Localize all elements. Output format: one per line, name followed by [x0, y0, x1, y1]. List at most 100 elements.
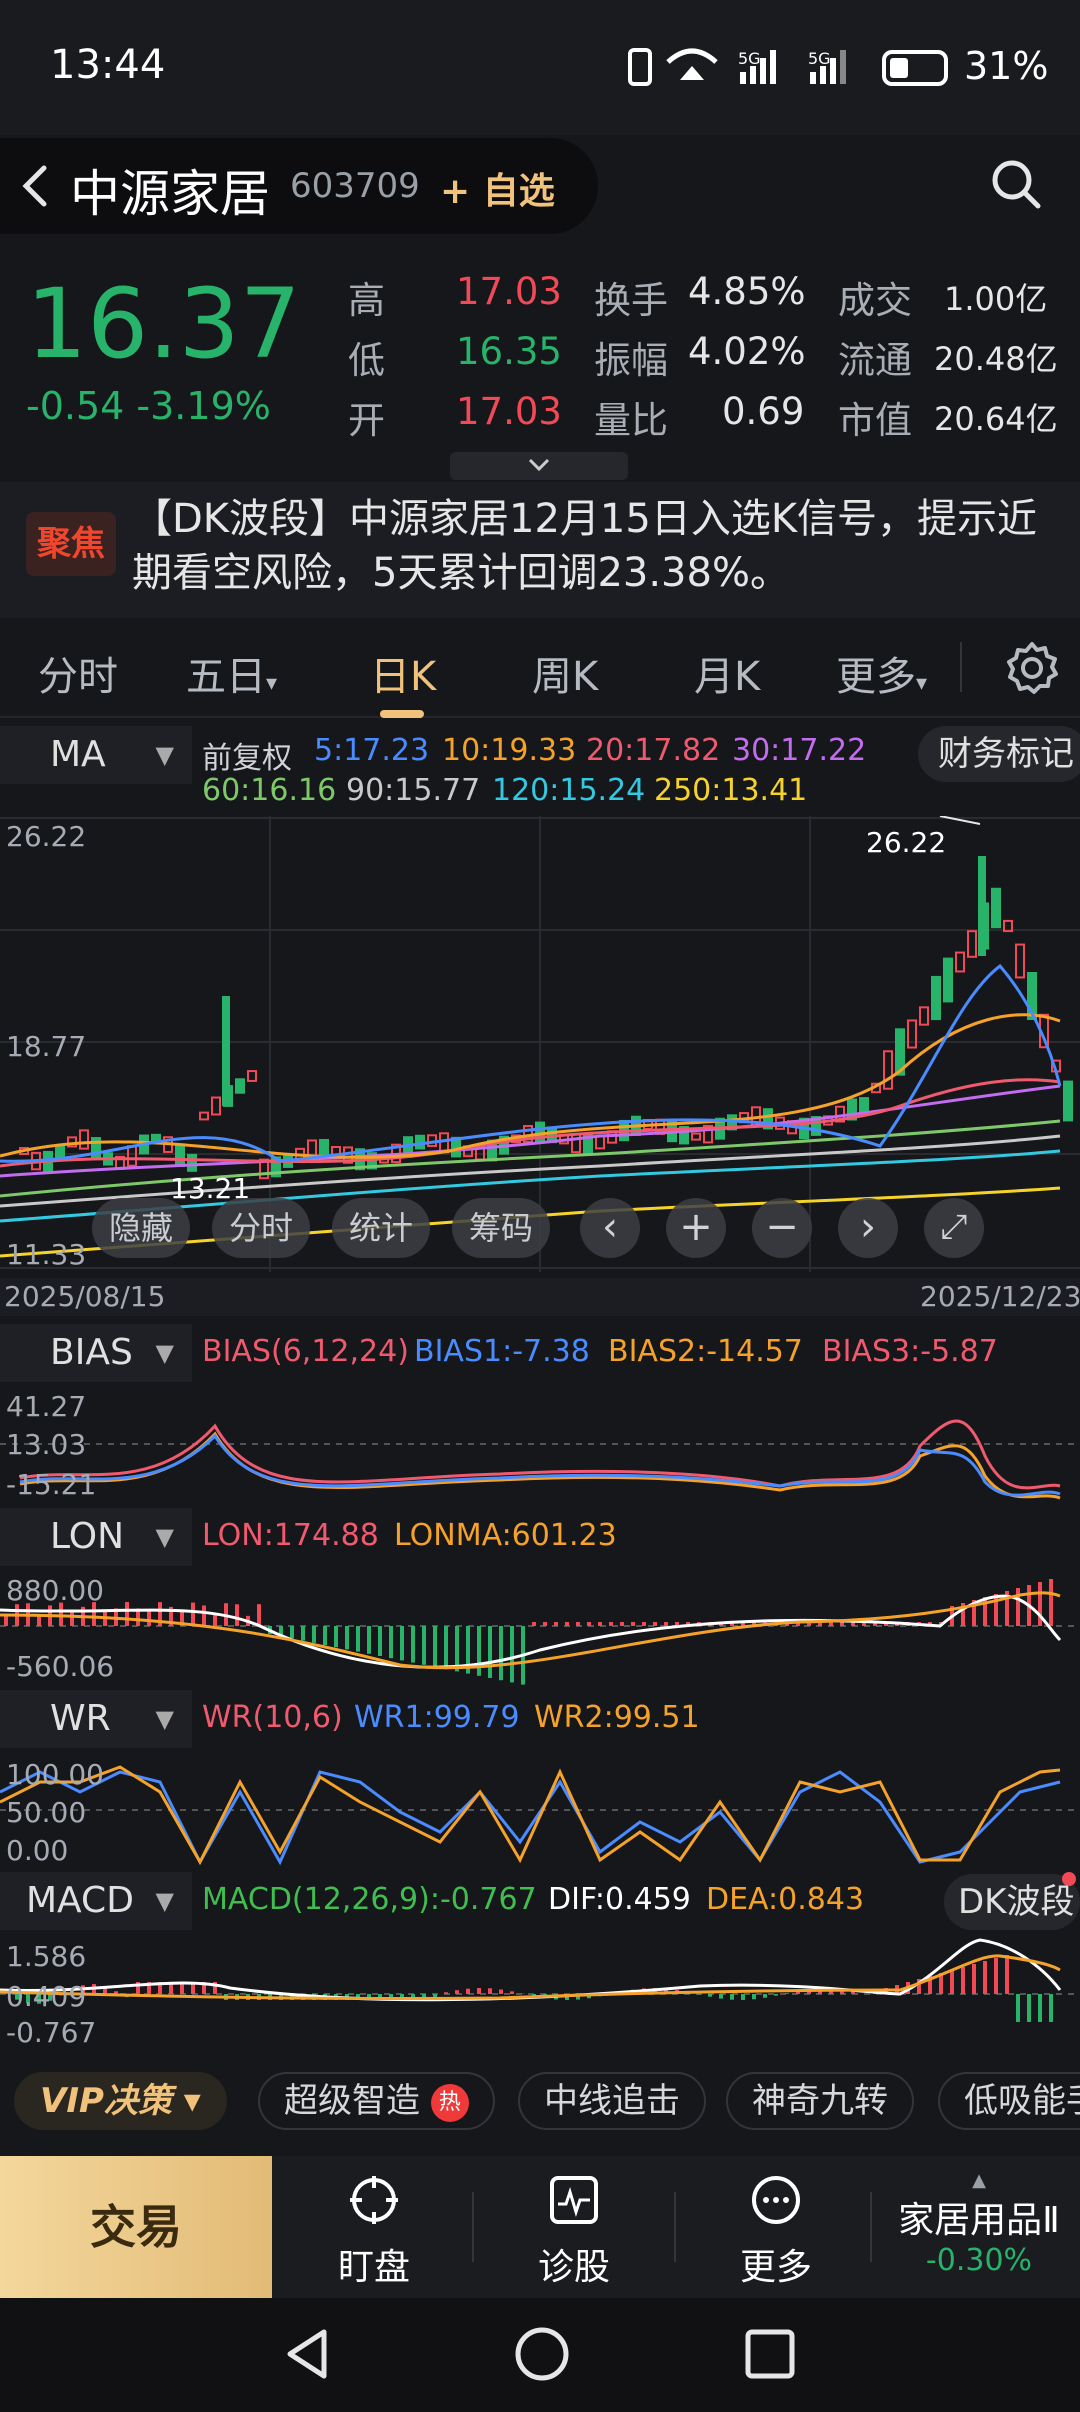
trade-button[interactable]: 交易 — [0, 2156, 272, 2298]
lon-bar — [301, 1626, 305, 1641]
expand-quote-button[interactable] — [450, 452, 628, 480]
tab-five-day[interactable]: 五日▾ — [186, 644, 277, 702]
tab-weekly-k[interactable]: 周K — [532, 644, 598, 702]
lon-bar — [312, 1626, 316, 1643]
lon-bar — [1049, 1579, 1053, 1626]
lon-bar — [598, 1622, 602, 1626]
stats-button[interactable]: 统计 — [332, 1198, 430, 1258]
candle — [943, 957, 953, 1003]
lon-bar — [477, 1626, 481, 1676]
sector-button[interactable]: ▲ 家居用品Ⅱ -0.30% — [884, 2170, 1074, 2278]
news-text[interactable]: 【DK波段】中源家居12月15日入选K信号，提示近期看空风险，5天累计回调23.… — [132, 492, 1062, 600]
chip-dip-buy[interactable]: 低吸能手 — [938, 2072, 1080, 2130]
quote-value-volume: 1.00亿 — [944, 280, 1048, 318]
bias-chart[interactable] — [0, 1386, 1080, 1502]
target-icon — [350, 2176, 398, 2224]
macd-bar — [510, 1991, 514, 1994]
date-end: 2025/12/23 — [920, 1280, 1080, 1313]
macd-bar — [950, 1970, 954, 1994]
watch-monitor-button[interactable]: 盯盘 — [304, 2156, 444, 2298]
diagnose-button[interactable]: 诊股 — [504, 2156, 644, 2298]
bias-selector[interactable]: BIAS ▼ — [0, 1324, 192, 1382]
lon-selector[interactable]: LON ▼ — [0, 1508, 192, 1566]
lon-bar — [213, 1613, 217, 1626]
scroll-right-button[interactable]: › — [838, 1198, 898, 1258]
add-watchlist-button[interactable]: + 自选 — [440, 162, 555, 214]
lon-bar — [125, 1602, 129, 1626]
macd-bar — [499, 1989, 503, 1994]
lon-bar — [565, 1622, 569, 1626]
macd-bar — [741, 1994, 745, 2000]
lon-bar — [554, 1622, 558, 1626]
macd-selector[interactable]: MACD ▼ — [0, 1872, 192, 1930]
lon-bar — [587, 1622, 591, 1626]
tab-more[interactable]: 更多▾ — [836, 644, 927, 702]
wr-chart[interactable] — [0, 1752, 1080, 1868]
lon-bar — [433, 1626, 437, 1667]
macd-bar — [763, 1994, 767, 1998]
candle — [79, 1129, 89, 1150]
bias-y-mid: 13.03 — [6, 1428, 87, 1461]
quote-value-volume-ratio: 0.69 — [722, 390, 805, 433]
lon-bar — [488, 1626, 492, 1678]
dk-band-button[interactable]: DK波段 — [944, 1874, 1080, 1930]
tab-daily-k[interactable]: 日K — [370, 644, 436, 702]
zoom-out-button[interactable]: − — [752, 1198, 812, 1258]
candle — [571, 1133, 581, 1154]
chip-mid-term[interactable]: 中线追击 — [518, 2072, 706, 2130]
notification-dot — [1062, 1872, 1076, 1886]
stock-code: 603709 — [290, 166, 420, 206]
intraday-button[interactable]: 分时 — [212, 1198, 310, 1258]
search-icon[interactable] — [990, 158, 1042, 210]
lon-bar — [4, 1616, 8, 1626]
financial-marks-button[interactable]: 财务标记 — [918, 726, 1080, 782]
back-icon[interactable] — [12, 158, 56, 214]
candle — [187, 1153, 197, 1172]
macd-bar — [983, 1961, 987, 1994]
quote-value-high: 17.03 — [456, 270, 562, 313]
signal-icon-2: 5G — [808, 49, 846, 84]
battery-percent: 31% — [964, 44, 1049, 88]
lon-bar — [235, 1604, 239, 1626]
lon-bar — [543, 1622, 547, 1626]
chip-super-smart[interactable]: 超级智造 热 — [258, 2072, 495, 2130]
lon-bar — [620, 1622, 624, 1626]
macd-bar — [994, 1958, 998, 1994]
macd-chart[interactable] — [0, 1934, 1080, 2050]
nav-recents-icon[interactable] — [744, 2328, 796, 2380]
quote-value-amplitude: 4.02% — [688, 330, 806, 373]
chips-button[interactable]: 筹码 — [452, 1198, 550, 1258]
macd-bar — [1005, 1955, 1009, 1994]
lon-chart[interactable] — [0, 1570, 1080, 1686]
lon-bar — [411, 1626, 415, 1663]
hide-button[interactable]: 隐藏 — [92, 1198, 190, 1258]
lon-bar — [532, 1622, 536, 1626]
chip-magic-nine[interactable]: 神奇九转 — [726, 2072, 914, 2130]
lon-bar — [609, 1622, 613, 1626]
fullscreen-icon[interactable]: ⤢ — [924, 1198, 984, 1258]
lon-bar — [334, 1626, 338, 1648]
more-dots-icon — [752, 2176, 800, 2224]
clock: 13:44 — [50, 42, 166, 88]
vip-decision-button[interactable]: VIP决策 ▾ — [14, 2072, 227, 2130]
sector-name: 家居用品Ⅱ — [898, 2200, 1060, 2241]
candle — [691, 1132, 701, 1141]
candle — [439, 1132, 449, 1154]
wr-selector[interactable]: WR ▼ — [0, 1690, 192, 1748]
tab-intraday[interactable]: 分时 — [38, 644, 118, 702]
ma-selector[interactable]: MA ▼ — [0, 726, 192, 784]
tab-monthly-k[interactable]: 月K — [694, 644, 760, 702]
lon-bar — [70, 1612, 74, 1626]
nav-back-icon[interactable] — [282, 2326, 332, 2382]
adjust-mode[interactable]: 前复权 — [202, 733, 292, 777]
more-button[interactable]: 更多 — [706, 2156, 846, 2298]
lon-bar — [840, 1622, 844, 1626]
lon-bar — [576, 1622, 580, 1626]
zoom-in-button[interactable]: + — [666, 1198, 726, 1258]
scroll-left-button[interactable]: ‹ — [580, 1198, 640, 1258]
nav-home-icon[interactable] — [514, 2326, 570, 2382]
ma5-value: 5:17.23 — [314, 733, 430, 768]
kline-y-mid: 18.77 — [6, 1030, 87, 1063]
macd-bar — [774, 1994, 778, 1996]
gear-icon[interactable] — [1004, 640, 1060, 696]
